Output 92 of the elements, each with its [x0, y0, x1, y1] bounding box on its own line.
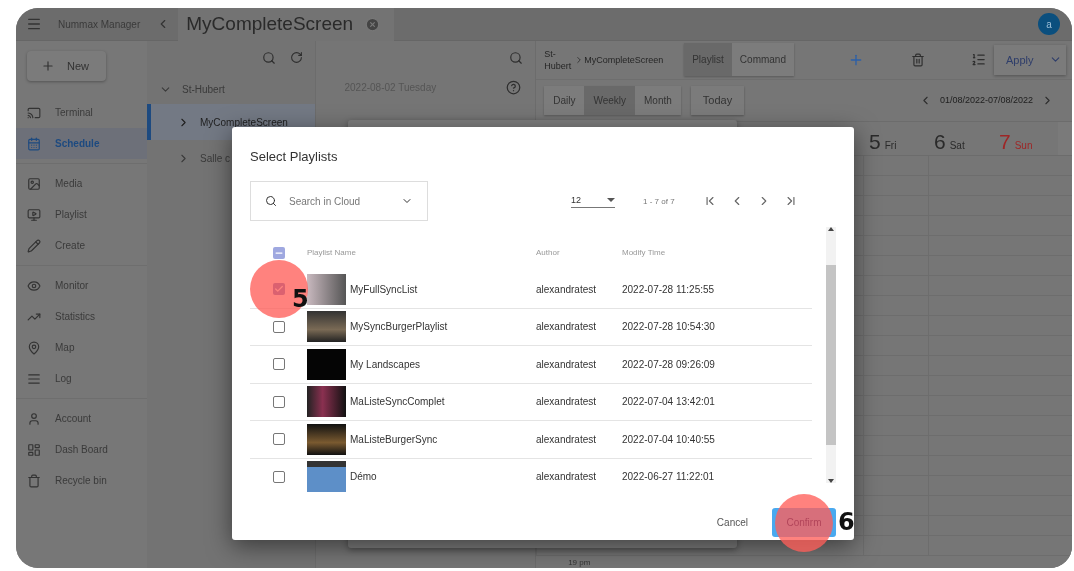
screen-tab[interactable]: MyCompleteScreen [178, 8, 395, 41]
author-cell-text: alexandratest [536, 358, 598, 370]
plus-icon [41, 59, 55, 73]
sidebar-item[interactable]: Media [16, 168, 147, 199]
eye-icon [27, 278, 41, 293]
column-header: Modify Time [622, 248, 667, 257]
scrollbar[interactable] [826, 227, 836, 483]
page-size-select[interactable]: 12 [571, 194, 615, 208]
modify-time-cell-text: 2022-07-04 13:42:01 [622, 396, 716, 408]
author-cell-text: alexandratest [536, 396, 598, 408]
modify-time-cell-text: 2022-07-04 10:40:55 [622, 433, 716, 445]
step-number: 6 [838, 508, 855, 536]
search-icon[interactable] [509, 50, 524, 65]
date-range: 01/08/2022-07/08/2022 [939, 95, 1033, 106]
sidebar-item[interactable]: Map [16, 332, 147, 363]
sidebar-item[interactable]: Dash Board [16, 434, 147, 465]
user-icon [27, 411, 41, 426]
calendar-icon [27, 136, 41, 151]
lines-icon [27, 371, 41, 386]
thumbnail-placeholder [307, 311, 346, 343]
author-cell-text: alexandratest [536, 471, 598, 483]
view-tab[interactable]: Daily [544, 85, 585, 115]
modify-time-cell-text: 2022-07-28 11:25:55 [622, 283, 716, 295]
help-icon[interactable] [506, 80, 522, 95]
sidebar-item[interactable]: Log [16, 363, 147, 394]
page-info: 1 - 7 of 7 [643, 196, 675, 206]
column-header: Playlist Name [307, 248, 357, 257]
playlist-name: My Landscapes [350, 358, 422, 370]
playlist-name: MaListeBurgerSync [350, 433, 439, 445]
search-icon[interactable] [262, 50, 277, 65]
thumbnail-placeholder [307, 348, 346, 380]
highlight-circle [775, 493, 833, 552]
new-button[interactable]: New [27, 51, 106, 81]
sidebar-item[interactable]: Account [16, 403, 147, 434]
user-avatar[interactable]: a [1038, 13, 1060, 35]
breadcrumb-item[interactable]: St-Hubert [544, 47, 575, 72]
author-cell-text: alexandratest [536, 433, 598, 445]
refresh-icon[interactable] [290, 51, 304, 64]
author-cell-text: alexandratest [536, 321, 598, 333]
day-header: 6 Sat [933, 128, 966, 155]
row-checkbox[interactable] [272, 470, 285, 483]
cancel-button[interactable]: Cancel [710, 516, 754, 529]
sidebar-item[interactable]: Create [16, 230, 147, 261]
pencil-icon [27, 238, 41, 253]
playlist-name: MyFullSyncList [350, 283, 419, 295]
map-pin-icon [27, 340, 41, 355]
trash-icon[interactable] [911, 52, 925, 67]
thumbnail-placeholder [307, 273, 346, 305]
tv-play-icon [27, 207, 41, 222]
thumbnail-placeholder [307, 386, 346, 418]
day-header: 7 Sun [998, 128, 1034, 155]
sidebar-item[interactable]: Playlist [16, 199, 147, 230]
search-icon [265, 194, 277, 208]
dashboard-icon [27, 442, 41, 457]
row-checkbox[interactable] [272, 395, 285, 408]
row-checkbox[interactable] [272, 358, 285, 371]
view-tab[interactable]: Month [635, 85, 681, 115]
playlist-name: Démo [350, 471, 378, 483]
select-all-checkbox[interactable] [272, 246, 285, 259]
caret-icon [607, 197, 615, 202]
modify-time-cell-text: 2022-07-28 10:54:30 [622, 321, 716, 333]
trash-icon [27, 473, 41, 488]
close-icon[interactable] [365, 16, 381, 32]
image-icon [27, 176, 41, 191]
day-header: 5 Fri [868, 128, 898, 155]
row-checkbox[interactable] [272, 433, 285, 446]
list-icon[interactable] [970, 52, 986, 68]
tab[interactable]: Command [731, 43, 794, 77]
row-checkbox[interactable] [272, 320, 285, 333]
playlist-name: MySyncBurgerPlaylist [350, 321, 449, 333]
playlist-name: MaListeSyncComplet [350, 396, 446, 408]
menu-icon[interactable] [26, 16, 42, 32]
column-header: Author [536, 248, 561, 257]
sidebar-item[interactable]: Terminal [16, 97, 147, 128]
thumbnail-placeholder [307, 461, 346, 493]
sidebar-item[interactable]: Monitor [16, 270, 147, 301]
sidebar-item[interactable]: Recycle bin [16, 465, 147, 496]
cast-icon [27, 105, 41, 120]
sidebar-item[interactable]: Schedule [16, 128, 147, 159]
author-cell-text: alexandratest [536, 283, 598, 295]
apply-button[interactable]: Apply [994, 44, 1066, 75]
search-field[interactable]: Search in Cloud [250, 181, 428, 221]
dialog-title: Select Playlists [250, 149, 339, 164]
scrollbar[interactable] [1058, 121, 1072, 156]
today-button[interactable]: Today [690, 85, 745, 115]
sidebar-item[interactable]: Statistics [16, 301, 147, 332]
modify-time-cell-text: 2022-07-28 09:26:09 [622, 358, 716, 370]
thumbnail-placeholder [307, 423, 346, 455]
modify-time-cell-text: 2022-06-27 11:22:01 [622, 471, 716, 483]
breadcrumb-item[interactable]: MyCompleteScreen [584, 53, 685, 66]
tree-item[interactable]: St-Hubert [147, 74, 316, 104]
step-number: 5 [292, 285, 309, 314]
